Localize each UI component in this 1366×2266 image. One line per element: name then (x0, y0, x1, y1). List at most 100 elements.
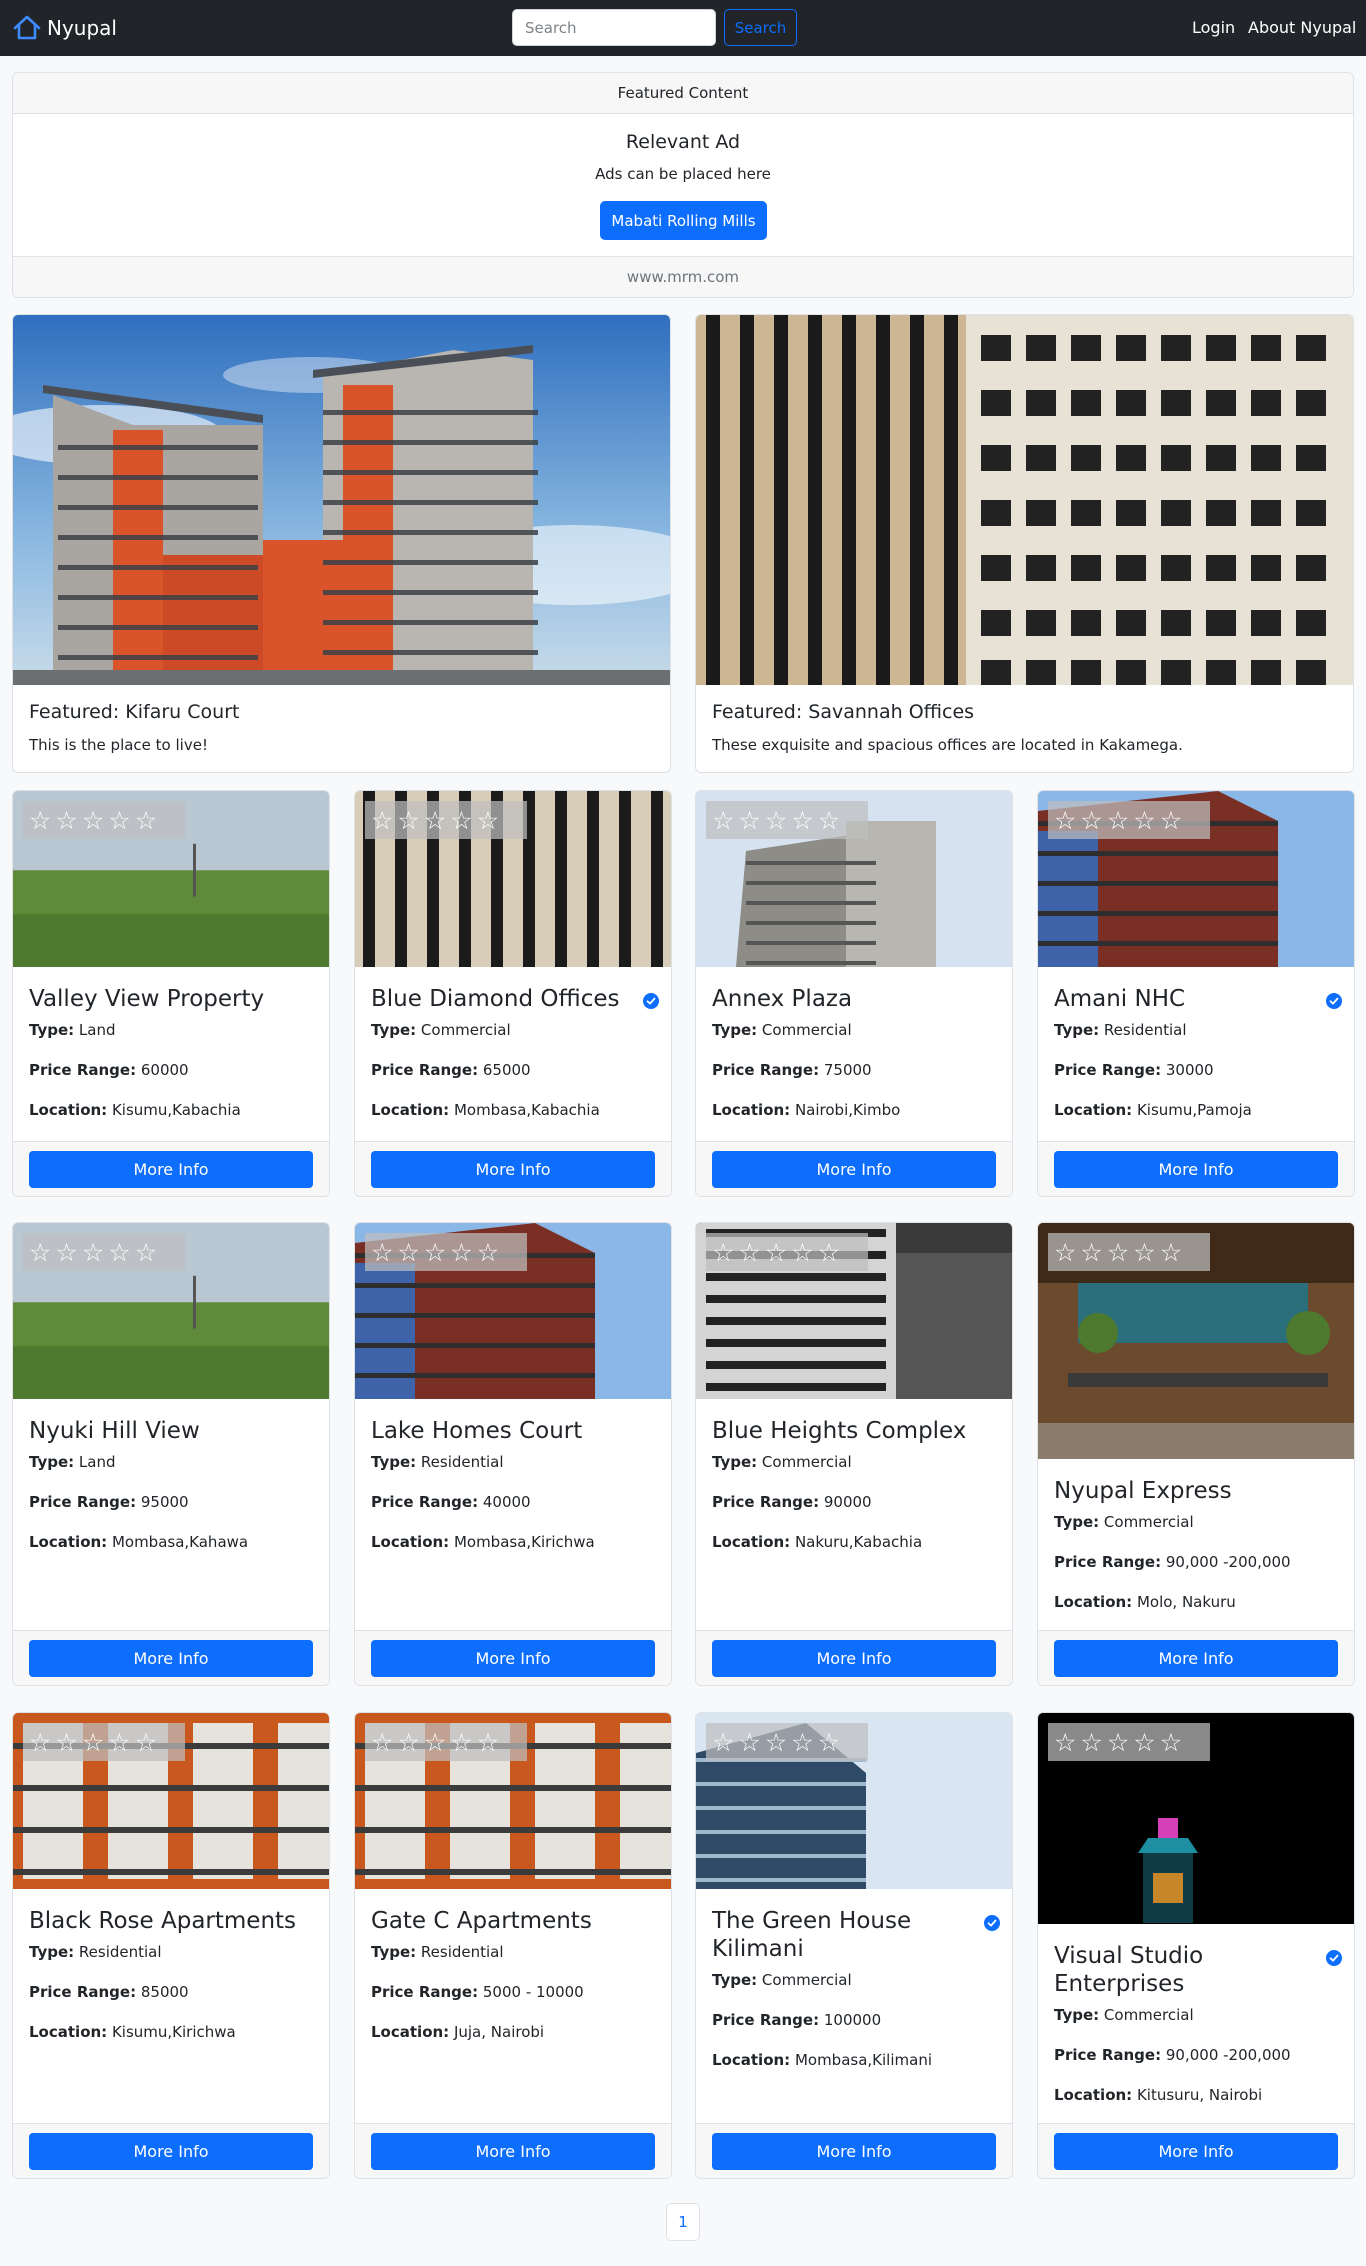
property-card[interactable]: ☆ ☆ ☆ ☆ ☆ Annex Plaza Type: Commercial Price… (695, 790, 1013, 1197)
star-icon[interactable]: ☆ (29, 1730, 51, 1755)
property-card[interactable]: ☆ ☆ ☆ ☆ ☆ Valley View Property Type: Land Pr… (12, 790, 330, 1197)
star-icon[interactable]: ☆ (450, 1730, 472, 1755)
more-info-button[interactable]: More Info (371, 1640, 655, 1677)
property-card[interactable]: ☆ ☆ ☆ ☆ ☆ Blue Diamond Offices Type: Commerc… (354, 790, 672, 1197)
property-card[interactable]: ☆ ☆ ☆ ☆ ☆ Lake Homes Court Type: Residential… (354, 1222, 672, 1686)
star-icon[interactable]: ☆ (818, 808, 840, 833)
star-icon[interactable]: ☆ (1054, 1240, 1076, 1265)
star-icon[interactable]: ☆ (82, 808, 104, 833)
featured-card-savannah[interactable]: Featured: Savannah Offices These exquisi… (695, 314, 1354, 773)
star-icon[interactable]: ☆ (371, 808, 393, 833)
star-icon[interactable]: ☆ (135, 808, 157, 833)
star-icon[interactable]: ☆ (1160, 1730, 1182, 1755)
star-icon[interactable]: ☆ (55, 1240, 77, 1265)
star-icon[interactable]: ☆ (1080, 1240, 1102, 1265)
property-card[interactable]: ☆ ☆ ☆ ☆ ☆ Visual Studio Enterprises Type: Co… (1037, 1712, 1355, 2179)
property-card[interactable]: ☆ ☆ ☆ ☆ ☆ The Green House Kilimani Type: Com… (695, 1712, 1013, 2179)
star-icon[interactable]: ☆ (1160, 808, 1182, 833)
more-info-button[interactable]: More Info (371, 1151, 655, 1188)
star-icon[interactable]: ☆ (1054, 1730, 1076, 1755)
star-icon[interactable]: ☆ (1054, 808, 1076, 833)
star-icon[interactable]: ☆ (1160, 1240, 1182, 1265)
star-icon[interactable]: ☆ (1107, 1240, 1129, 1265)
star-icon[interactable]: ☆ (712, 808, 734, 833)
star-icon[interactable]: ☆ (1107, 808, 1129, 833)
star-icon[interactable]: ☆ (82, 1240, 104, 1265)
more-info-button[interactable]: More Info (371, 2133, 655, 2170)
star-rating[interactable]: ☆ ☆ ☆ ☆ ☆ (1048, 1723, 1210, 1761)
star-icon[interactable]: ☆ (791, 808, 813, 833)
star-icon[interactable]: ☆ (1107, 1730, 1129, 1755)
star-icon[interactable]: ☆ (765, 1240, 787, 1265)
star-icon[interactable]: ☆ (791, 1730, 813, 1755)
star-rating[interactable]: ☆ ☆ ☆ ☆ ☆ (706, 1233, 868, 1271)
star-icon[interactable]: ☆ (1133, 1730, 1155, 1755)
star-icon[interactable]: ☆ (765, 1730, 787, 1755)
star-rating[interactable]: ☆ ☆ ☆ ☆ ☆ (706, 1723, 868, 1761)
star-icon[interactable]: ☆ (29, 808, 51, 833)
star-rating[interactable]: ☆ ☆ ☆ ☆ ☆ (23, 1723, 185, 1761)
star-icon[interactable]: ☆ (765, 808, 787, 833)
star-icon[interactable]: ☆ (55, 1730, 77, 1755)
star-icon[interactable]: ☆ (738, 808, 760, 833)
star-icon[interactable]: ☆ (108, 808, 130, 833)
login-link[interactable]: Login (1192, 18, 1235, 37)
search-input[interactable] (512, 9, 716, 46)
star-icon[interactable]: ☆ (477, 1730, 499, 1755)
about-link[interactable]: About Nyupal (1248, 18, 1356, 37)
star-icon[interactable]: ☆ (738, 1240, 760, 1265)
star-icon[interactable]: ☆ (738, 1730, 760, 1755)
more-info-button[interactable]: More Info (1054, 2133, 1338, 2170)
featured-card-kifaru[interactable]: Featured: Kifaru Court This is the place… (12, 314, 671, 773)
pagination-page-1[interactable]: 1 (666, 2203, 700, 2241)
more-info-button[interactable]: More Info (1054, 1640, 1338, 1677)
more-info-button[interactable]: More Info (29, 1640, 313, 1677)
ad-button[interactable]: Mabati Rolling Mills (600, 201, 767, 240)
star-icon[interactable]: ☆ (424, 808, 446, 833)
star-icon[interactable]: ☆ (82, 1730, 104, 1755)
property-card[interactable]: ☆ ☆ ☆ ☆ ☆ Nyuki Hill View Type: Land Price R… (12, 1222, 330, 1686)
star-rating[interactable]: ☆ ☆ ☆ ☆ ☆ (23, 1233, 185, 1271)
star-rating[interactable]: ☆ ☆ ☆ ☆ ☆ (706, 801, 868, 839)
star-icon[interactable]: ☆ (55, 808, 77, 833)
star-rating[interactable]: ☆ ☆ ☆ ☆ ☆ (1048, 1233, 1210, 1271)
star-rating[interactable]: ☆ ☆ ☆ ☆ ☆ (365, 1723, 527, 1761)
star-icon[interactable]: ☆ (371, 1730, 393, 1755)
star-rating[interactable]: ☆ ☆ ☆ ☆ ☆ (23, 801, 185, 839)
star-icon[interactable]: ☆ (477, 1240, 499, 1265)
star-icon[interactable]: ☆ (135, 1240, 157, 1265)
star-icon[interactable]: ☆ (818, 1730, 840, 1755)
more-info-button[interactable]: More Info (1054, 1151, 1338, 1188)
star-icon[interactable]: ☆ (450, 1240, 472, 1265)
star-icon[interactable]: ☆ (791, 1240, 813, 1265)
star-icon[interactable]: ☆ (1133, 1240, 1155, 1265)
star-icon[interactable]: ☆ (818, 1240, 840, 1265)
star-icon[interactable]: ☆ (397, 808, 419, 833)
more-info-button[interactable]: More Info (712, 1151, 996, 1188)
star-icon[interactable]: ☆ (135, 1730, 157, 1755)
star-icon[interactable]: ☆ (712, 1240, 734, 1265)
search-button[interactable]: Search (724, 9, 797, 46)
property-card[interactable]: ☆ ☆ ☆ ☆ ☆ Black Rose Apartments Type: Reside… (12, 1712, 330, 2179)
more-info-button[interactable]: More Info (29, 2133, 313, 2170)
star-icon[interactable]: ☆ (424, 1240, 446, 1265)
star-icon[interactable]: ☆ (1080, 1730, 1102, 1755)
star-icon[interactable]: ☆ (397, 1730, 419, 1755)
star-icon[interactable]: ☆ (450, 808, 472, 833)
property-card[interactable]: ☆ ☆ ☆ ☆ ☆ Gate C Apartments Type: Residentia… (354, 1712, 672, 2179)
star-icon[interactable]: ☆ (397, 1240, 419, 1265)
star-rating[interactable]: ☆ ☆ ☆ ☆ ☆ (1048, 801, 1210, 839)
property-card[interactable]: ☆ ☆ ☆ ☆ ☆ Amani NHC Type: Residential Price … (1037, 790, 1355, 1197)
star-icon[interactable]: ☆ (477, 808, 499, 833)
star-icon[interactable]: ☆ (371, 1240, 393, 1265)
property-card[interactable]: ☆ ☆ ☆ ☆ ☆ Nyupal Express Type: Commercial Pr… (1037, 1222, 1355, 1686)
more-info-button[interactable]: More Info (712, 1640, 996, 1677)
star-icon[interactable]: ☆ (1080, 808, 1102, 833)
star-icon[interactable]: ☆ (424, 1730, 446, 1755)
more-info-button[interactable]: More Info (712, 2133, 996, 2170)
star-icon[interactable]: ☆ (108, 1730, 130, 1755)
property-card[interactable]: ☆ ☆ ☆ ☆ ☆ Blue Heights Complex Type: Commerc… (695, 1222, 1013, 1686)
star-icon[interactable]: ☆ (29, 1240, 51, 1265)
star-icon[interactable]: ☆ (108, 1240, 130, 1265)
more-info-button[interactable]: More Info (29, 1151, 313, 1188)
